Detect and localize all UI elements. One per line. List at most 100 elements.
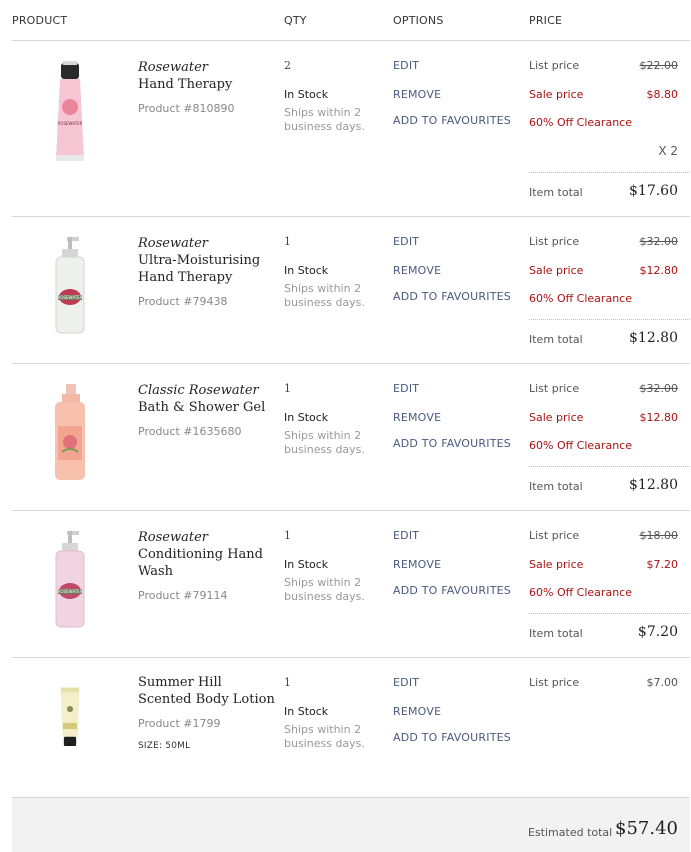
add-to-favourites-button[interactable]: ADD TO FAVOURITES (393, 584, 511, 597)
remove-button[interactable]: REMOVE (393, 88, 441, 101)
product-name: Ultra-Moisturising Hand Therapy (138, 253, 261, 285)
sale-price-label: Sale price (529, 264, 584, 277)
product-image-hand-therapy-pump[interactable]: ROSEWATER (40, 235, 100, 339)
quantity-multiplier: X 2 (658, 144, 678, 158)
clearance-badge: 60% Off Clearance (529, 116, 632, 129)
shipping-note: Ships within 2 business days. (284, 576, 365, 603)
column-header-product: PRODUCT (12, 14, 68, 27)
svg-text:ROSEWATER: ROSEWATER (58, 121, 83, 126)
list-price-value: $18.00 (639, 529, 679, 542)
remove-button[interactable]: REMOVE (393, 411, 441, 424)
cart-row: ROSEWATER Rosewater Ultra-Moisturising H… (12, 217, 690, 364)
product-image-hand-therapy-tube[interactable]: ROSEWATER (40, 59, 100, 163)
product-image-bath-shower-gel[interactable] (40, 382, 100, 486)
item-total-value: $7.20 (637, 624, 678, 640)
product-title[interactable]: Rosewater Conditioning Hand Wash (138, 529, 278, 580)
edit-button[interactable]: EDIT (393, 235, 419, 248)
sale-price-label: Sale price (529, 411, 584, 424)
column-header-price: PRICE (529, 14, 563, 27)
product-number: Product #810890 (138, 102, 235, 115)
sale-price-value: $7.20 (646, 558, 679, 571)
clearance-badge: 60% Off Clearance (529, 292, 632, 305)
svg-text:ROSEWATER: ROSEWATER (58, 589, 83, 594)
list-price-label: List price (529, 529, 580, 542)
list-price-value: $22.00 (639, 59, 679, 72)
cart-row: ROSEWATER Rosewater Hand Therapy Product… (12, 41, 690, 217)
cart-row: ROSEWATER Rosewater Conditioning Hand Wa… (12, 511, 690, 658)
product-title[interactable]: Rosewater Ultra-Moisturising Hand Therap… (138, 235, 278, 286)
edit-button[interactable]: EDIT (393, 676, 419, 689)
list-price-value: $32.00 (639, 382, 679, 395)
product-number: Product #1635680 (138, 425, 242, 438)
quantity-value[interactable]: 1 (284, 235, 291, 248)
remove-button[interactable]: REMOVE (393, 558, 441, 571)
svg-text:ROSEWATER: ROSEWATER (58, 295, 83, 300)
shipping-note: Ships within 2 business days. (284, 282, 365, 309)
product-name: Bath & Shower Gel (138, 400, 266, 415)
product-number: Product #79438 (138, 295, 228, 308)
quantity-value[interactable]: 1 (284, 529, 291, 542)
item-total-label: Item total (529, 627, 583, 640)
item-total-value: $12.80 (629, 477, 678, 493)
estimated-total-value: $57.40 (615, 818, 678, 839)
list-price-value: $7.00 (646, 676, 679, 689)
item-total-label: Item total (529, 333, 583, 346)
product-title[interactable]: Summer Hill Scented Body Lotion (138, 674, 278, 708)
price-divider (529, 466, 690, 467)
item-total-value: $12.80 (629, 330, 678, 346)
quantity-value[interactable]: 2 (284, 59, 291, 72)
product-name: Hand Therapy (138, 77, 233, 92)
price-divider (529, 319, 690, 320)
remove-button[interactable]: REMOVE (393, 264, 441, 277)
item-total-label: Item total (529, 186, 583, 199)
sale-price-value: $8.80 (646, 88, 679, 101)
item-total-label: Item total (529, 480, 583, 493)
product-image-conditioning-hand-wash[interactable]: ROSEWATER (40, 529, 100, 633)
cart-row: Summer Hill Scented Body Lotion Product … (12, 658, 690, 797)
product-size: SIZE: 50ML (138, 741, 191, 751)
edit-button[interactable]: EDIT (393, 382, 419, 395)
product-name: Conditioning Hand Wash (138, 547, 263, 579)
cart-summary: Estimated total $57.40 (12, 797, 690, 852)
list-price-label: List price (529, 235, 580, 248)
stock-status: In Stock (284, 264, 329, 277)
shipping-note: Ships within 2 business days. (284, 429, 365, 456)
product-brand: Rosewater (138, 60, 208, 75)
sale-price-label: Sale price (529, 88, 584, 101)
item-total-value: $17.60 (629, 183, 678, 199)
shipping-note: Ships within 2 business days. (284, 106, 365, 133)
edit-button[interactable]: EDIT (393, 59, 419, 72)
quantity-value[interactable]: 1 (284, 382, 291, 395)
product-brand: Classic Rosewater (138, 383, 259, 398)
cart-row: Classic Rosewater Bath & Shower Gel Prod… (12, 364, 690, 511)
estimated-total-label: Estimated total (528, 826, 613, 839)
sale-price-value: $12.80 (639, 411, 679, 424)
add-to-favourites-button[interactable]: ADD TO FAVOURITES (393, 290, 511, 303)
product-brand: Rosewater (138, 530, 208, 545)
product-name: Summer Hill Scented Body Lotion (138, 675, 275, 707)
clearance-badge: 60% Off Clearance (529, 586, 632, 599)
stock-status: In Stock (284, 411, 329, 424)
column-header-qty: QTY (284, 14, 307, 27)
add-to-favourites-button[interactable]: ADD TO FAVOURITES (393, 731, 511, 744)
cart-header: PRODUCT QTY OPTIONS PRICE (12, 0, 690, 41)
list-price-label: List price (529, 59, 580, 72)
product-number: Product #1799 (138, 717, 221, 730)
stock-status: In Stock (284, 558, 329, 571)
product-title[interactable]: Classic Rosewater Bath & Shower Gel (138, 382, 278, 416)
add-to-favourites-button[interactable]: ADD TO FAVOURITES (393, 437, 511, 450)
list-price-value: $32.00 (639, 235, 679, 248)
column-header-options: OPTIONS (393, 14, 444, 27)
list-price-label: List price (529, 382, 580, 395)
quantity-value[interactable]: 1 (284, 676, 291, 689)
product-image-body-lotion[interactable] (40, 686, 100, 766)
add-to-favourites-button[interactable]: ADD TO FAVOURITES (393, 114, 511, 127)
product-title[interactable]: Rosewater Hand Therapy (138, 59, 278, 93)
sale-price-label: Sale price (529, 558, 584, 571)
shipping-note: Ships within 2 business days. (284, 723, 365, 750)
remove-button[interactable]: REMOVE (393, 705, 441, 718)
product-brand: Rosewater (138, 236, 208, 251)
product-number: Product #79114 (138, 589, 228, 602)
edit-button[interactable]: EDIT (393, 529, 419, 542)
sale-price-value: $12.80 (639, 264, 679, 277)
